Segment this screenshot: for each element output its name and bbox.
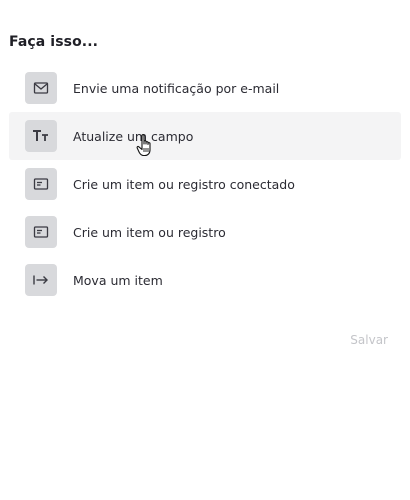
action-label: Atualize um campo [73,128,194,144]
card-icon [25,216,57,248]
action-label: Mova um item [73,272,163,288]
action-move-item[interactable]: Mova um item [9,256,401,304]
card-icon [25,168,57,200]
arrow-right-to-bar-icon [25,264,57,296]
action-send-email-notification[interactable]: Envie uma notificação por e-mail [9,64,401,112]
mail-icon [25,72,57,104]
action-create-connected-item[interactable]: Crie um item ou registro conectado [9,160,401,208]
section-heading: Faça isso... [9,34,99,50]
action-list: Envie uma notificação por e-mail Atualiz… [9,64,401,304]
save-button[interactable]: Salvar [350,333,388,347]
action-label: Envie uma notificação por e-mail [73,80,280,96]
action-create-item[interactable]: Crie um item ou registro [9,208,401,256]
action-label: Crie um item ou registro conectado [73,176,295,192]
action-label: Crie um item ou registro [73,224,226,240]
text-size-icon [25,120,57,152]
action-update-field[interactable]: Atualize um campo [9,112,401,160]
